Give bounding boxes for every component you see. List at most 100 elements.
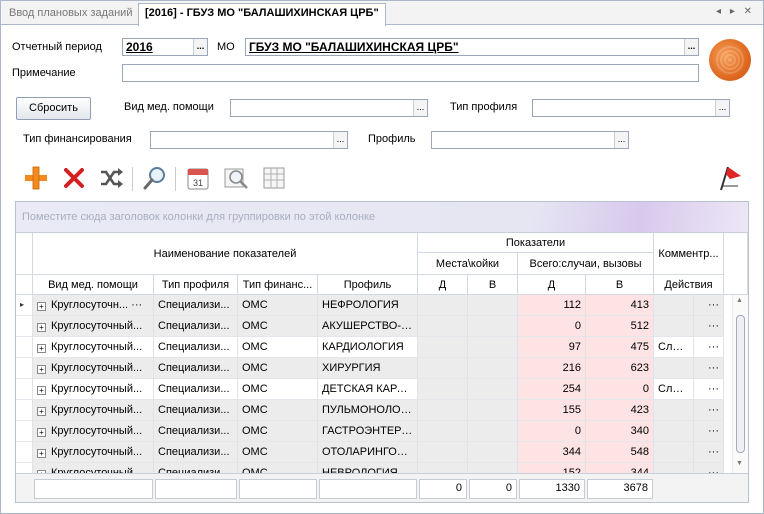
mo-field[interactable]: ГБУЗ МО "БАЛАШИХИНСКАЯ ЦРБ" ... [245, 38, 699, 56]
note-label: Примечание [12, 67, 76, 79]
cell-profile: ОТОЛАРИНГОЛ... [318, 442, 418, 463]
col-header-profile[interactable]: Профиль [318, 275, 418, 295]
period-ellipsis-button[interactable]: ... [193, 39, 207, 55]
cell-vid[interactable]: + Круглосуточный... [33, 379, 154, 400]
scrollbar-thumb[interactable] [736, 315, 745, 453]
period-field[interactable]: 2016 ... [122, 38, 208, 56]
cell-actions-button[interactable]: ··· [694, 442, 724, 463]
scroll-up-icon[interactable]: ▲ [736, 297, 743, 304]
vid-ellipsis-button[interactable]: ... [413, 100, 427, 116]
cell-vid-text: Круглосуточн... ··· [51, 299, 143, 311]
period-label: Отчетный период [12, 41, 102, 53]
header-band-comment[interactable]: Комментр... [654, 233, 724, 275]
shuffle-icon[interactable] [97, 163, 127, 193]
search-icon[interactable] [140, 163, 170, 193]
cell-comment: Слишк... [654, 379, 694, 400]
col-header-places-d[interactable]: Д [418, 275, 468, 295]
expand-row-icon[interactable]: + [37, 365, 46, 374]
tab-strip: Ввод плановых заданий [2016] - ГБУЗ МО "… [1, 1, 763, 26]
col-header-cases-d[interactable]: Д [518, 275, 586, 295]
cell-actions-button[interactable]: ··· [694, 295, 724, 316]
cell-vid[interactable]: + Круглосуточный... [33, 400, 154, 421]
footer-cell [239, 479, 317, 499]
row-indicator[interactable]: ▸ [16, 295, 33, 316]
expand-row-icon[interactable]: + [37, 407, 46, 416]
col-header-actions[interactable]: Действия [654, 275, 724, 295]
cell-places-d [418, 442, 468, 463]
cell-fin-text: ОМС [242, 341, 268, 353]
cell-actions-button[interactable]: ··· [694, 316, 724, 337]
reset-button[interactable]: Сбросить [16, 97, 91, 120]
delete-icon[interactable] [59, 163, 89, 193]
cell-cases-v: 340 [586, 421, 654, 442]
flag-icon[interactable] [715, 163, 745, 193]
add-icon[interactable] [21, 163, 51, 193]
cell-vid[interactable]: + Круглосуточный... [33, 337, 154, 358]
cell-vid[interactable]: + Круглосуточный... [33, 421, 154, 442]
tab-navigation[interactable]: ◂ ▸ ✕ [716, 6, 755, 17]
cell-cases-v: 423 [586, 400, 654, 421]
cell-profile: НЕФРОЛОГИЯ [318, 295, 418, 316]
col-header-places-v[interactable]: В [468, 275, 518, 295]
cell-vid[interactable]: + Круглосуточный... [33, 442, 154, 463]
note-input[interactable] [122, 64, 699, 82]
profile-field[interactable]: ... [431, 131, 629, 149]
row-indicator[interactable] [16, 337, 33, 358]
profile-ellipsis-button[interactable]: ... [614, 132, 628, 148]
row-indicator[interactable] [16, 316, 33, 337]
expand-row-icon[interactable]: + [37, 449, 46, 458]
footer-cell [34, 479, 153, 499]
tipprof-ellipsis-button[interactable]: ... [715, 100, 729, 116]
cell-vid-text: Круглосуточный... [51, 383, 143, 395]
cell-cases-d-text: 216 [562, 362, 581, 374]
total-places-v: 0 [469, 479, 517, 499]
col-header-tip[interactable]: Тип профиля [154, 275, 238, 295]
row-indicator[interactable] [16, 421, 33, 442]
toolbar-separator [175, 167, 176, 191]
expand-row-icon[interactable]: + [37, 428, 46, 437]
row-indicator[interactable] [16, 358, 33, 379]
total-places-d: 0 [419, 479, 467, 499]
vertical-scrollbar[interactable]: ▲ ▼ [732, 295, 748, 473]
footer-cell [319, 479, 417, 499]
expand-row-icon[interactable]: + [37, 386, 46, 395]
cell-actions-button[interactable]: ··· [694, 358, 724, 379]
row-indicator[interactable] [16, 400, 33, 421]
export-icon[interactable] [259, 163, 289, 193]
preview-icon[interactable] [221, 163, 251, 193]
tab-plan-input[interactable]: Ввод плановых заданий [3, 4, 138, 25]
scroll-down-icon[interactable]: ▼ [736, 460, 743, 467]
cell-cases-v-text: 475 [630, 341, 649, 353]
cell-fin: ОМС [238, 337, 318, 358]
expand-row-icon[interactable]: + [37, 323, 46, 332]
row-indicator[interactable] [16, 442, 33, 463]
cell-actions-button[interactable]: ··· [694, 337, 724, 358]
expand-row-icon[interactable]: + [37, 302, 46, 311]
cell-vid[interactable]: + Круглосуточн... ··· [33, 295, 154, 316]
calendar-icon[interactable]: 31 [183, 163, 213, 193]
cell-actions-button[interactable]: ··· [694, 421, 724, 442]
cell-vid[interactable]: + Круглосуточный... [33, 358, 154, 379]
group-panel-hint[interactable]: Поместите сюда заголовок колонки для гру… [16, 202, 748, 233]
col-header-cases-v[interactable]: В [586, 275, 654, 295]
tipprof-field[interactable]: ... [532, 99, 730, 117]
cell-vid-text: Круглосуточный... [51, 404, 143, 416]
cell-cases-d: 0 [518, 316, 586, 337]
vid-field[interactable]: ... [230, 99, 428, 117]
cell-profile-text: ПУЛЬМОНОЛОГИЯ [322, 404, 418, 416]
col-header-vid[interactable]: Вид мед. помощи [33, 275, 154, 295]
col-header-fin[interactable]: Тип финанс... [238, 275, 318, 295]
cell-actions-button[interactable]: ··· [694, 379, 724, 400]
cell-tip-text: Специализи... [158, 320, 230, 332]
cell-actions-button[interactable]: ··· [694, 400, 724, 421]
cell-cases-d: 0 [518, 421, 586, 442]
tab-current-document[interactable]: [2016] - ГБУЗ МО "БАЛАШИХИНСКАЯ ЦРБ" [138, 3, 386, 26]
row-indicator[interactable] [16, 379, 33, 400]
total-cases-v: 3678 [587, 479, 653, 499]
expand-row-icon[interactable]: + [37, 344, 46, 353]
tipfin-field[interactable]: ... [150, 131, 348, 149]
mo-ellipsis-button[interactable]: ... [684, 39, 698, 55]
tipfin-ellipsis-button[interactable]: ... [333, 132, 347, 148]
cell-cases-v: 413 [586, 295, 654, 316]
cell-vid[interactable]: + Круглосуточный... [33, 316, 154, 337]
